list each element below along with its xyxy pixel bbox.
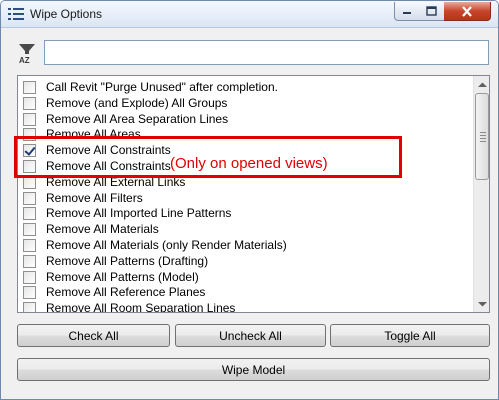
list-item[interactable]: Call Revit "Purge Unused" after completi…: [18, 79, 473, 95]
vertical-scrollbar[interactable]: [473, 76, 489, 312]
item-label: Remove All Room Separation Lines: [46, 301, 236, 313]
scroll-grip-line: [480, 132, 486, 133]
item-checkbox[interactable]: [23, 270, 36, 284]
list-item[interactable]: Remove All Filters: [18, 190, 473, 206]
list-item[interactable]: Remove All Room Separation Lines: [18, 300, 473, 313]
filter-letters: AZ: [19, 56, 30, 64]
item-checkbox[interactable]: [23, 112, 36, 126]
list-item[interactable]: Remove (and Explode) All Groups: [18, 95, 473, 111]
list-item[interactable]: Remove All Patterns (Drafting): [18, 253, 473, 269]
item-label: Remove All Patterns (Drafting): [46, 253, 209, 268]
maximize-button[interactable]: [419, 2, 445, 21]
check-all-button[interactable]: Check All: [17, 324, 170, 347]
search-input[interactable]: [44, 40, 489, 65]
item-checkbox[interactable]: [23, 254, 36, 268]
chevron-up-icon: [478, 82, 487, 87]
item-label: Remove All Imported Line Patterns: [46, 206, 232, 221]
item-label: Call Revit "Purge Unused" after completi…: [46, 80, 278, 94]
item-label: Remove All Area Separation Lines: [46, 111, 229, 126]
close-icon: [462, 5, 472, 17]
toggle-all-button[interactable]: Toggle All: [330, 324, 490, 347]
scroll-down-button[interactable]: [474, 295, 489, 312]
item-checkbox[interactable]: [23, 207, 36, 221]
item-label: Remove All Filters: [46, 190, 143, 205]
minimize-button[interactable]: [394, 2, 420, 21]
wipe-model-button[interactable]: Wipe Model: [17, 358, 490, 381]
item-label: Remove All Reference Planes: [46, 285, 206, 300]
scroll-up-button[interactable]: [474, 76, 489, 93]
list-item[interactable]: Remove All Materials (only Render Materi…: [18, 237, 473, 253]
list-item[interactable]: Remove All Imported Line Patterns: [18, 205, 473, 221]
list-item[interactable]: Remove All Patterns (Model): [18, 269, 473, 285]
item-checkbox[interactable]: [23, 239, 36, 252]
options-list[interactable]: Call Revit "Purge Unused" after completi…: [17, 75, 490, 313]
scroll-grip-line: [480, 138, 486, 139]
list-item[interactable]: Remove All Reference Planes: [18, 284, 473, 300]
window-title: Wipe Options: [30, 7, 103, 21]
list-item[interactable]: Remove All Area Separation Lines: [18, 111, 473, 127]
item-checkbox[interactable]: [23, 81, 36, 94]
sort-az-filter-icon[interactable]: AZ: [18, 42, 38, 64]
item-label: Remove All Patterns (Model): [46, 269, 199, 284]
minimize-icon: [403, 12, 411, 14]
scroll-grip-line: [480, 135, 486, 136]
item-checkbox[interactable]: [23, 302, 36, 312]
item-label: Remove (and Explode) All Groups: [46, 95, 228, 110]
uncheck-all-button[interactable]: Uncheck All: [175, 324, 326, 347]
scroll-thumb[interactable]: [475, 93, 489, 180]
chevron-down-icon: [478, 301, 487, 306]
scroll-grip-line: [480, 141, 486, 142]
item-checkbox[interactable]: [23, 191, 36, 205]
list-icon: [8, 8, 24, 20]
item-checkbox[interactable]: [23, 286, 36, 300]
item-label: Remove All Materials: [46, 222, 159, 237]
item-label: Remove All Materials (only Render Materi…: [46, 238, 287, 252]
annotation-note: (Only on opened views): [170, 155, 328, 172]
list-item[interactable]: Remove All Materials: [18, 221, 473, 237]
wipe-options-window: Wipe Options AZ Call Revit "Purge Unused…: [0, 0, 499, 400]
item-checkbox[interactable]: [23, 96, 36, 110]
title-bar[interactable]: Wipe Options: [1, 1, 498, 28]
item-checkbox[interactable]: [23, 223, 36, 237]
close-button[interactable]: [444, 2, 491, 21]
maximize-icon: [426, 6, 437, 16]
